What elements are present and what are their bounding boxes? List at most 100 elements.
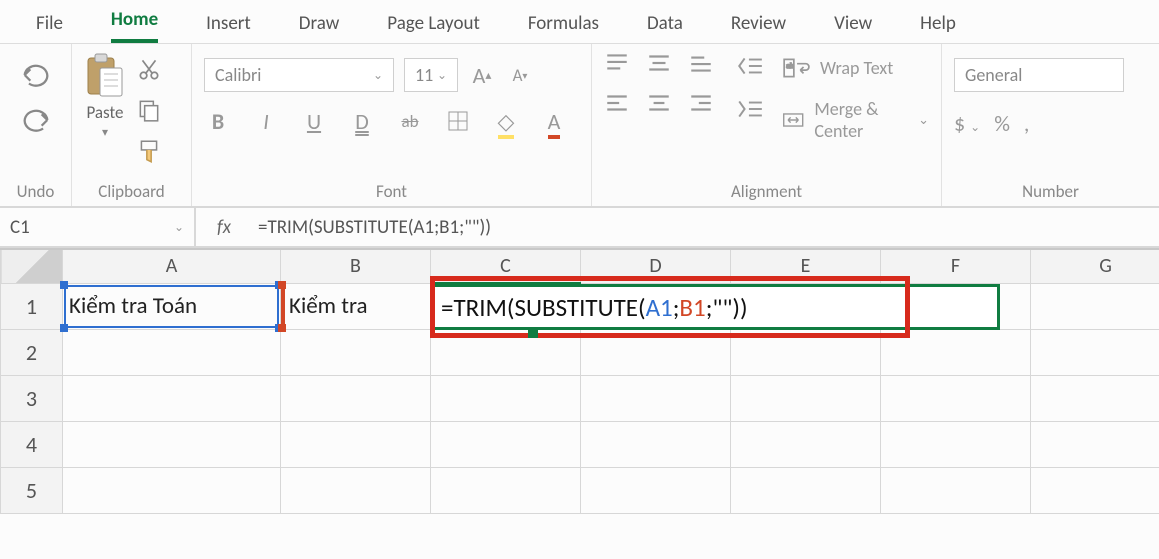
col-header-G[interactable]: G	[1031, 249, 1159, 283]
double-underline-button[interactable]: D	[348, 106, 376, 136]
cell-D3[interactable]	[581, 375, 731, 421]
copy-button[interactable]	[136, 97, 162, 128]
borders-button[interactable]	[444, 106, 472, 136]
row-header-3[interactable]: 3	[1, 375, 63, 421]
tab-data[interactable]: Data	[647, 12, 683, 43]
cell-F3[interactable]	[881, 375, 1031, 421]
tab-view[interactable]: View	[834, 12, 872, 43]
group-label-clipboard: Clipboard	[84, 177, 179, 202]
svg-text:ab: ab	[786, 62, 794, 71]
row-header-2[interactable]: 2	[1, 329, 63, 375]
tab-draw[interactable]: Draw	[299, 12, 339, 43]
formula-ref-B1: B1	[679, 292, 705, 323]
percent-button[interactable]: %	[994, 110, 1010, 137]
cell-C5[interactable]	[431, 467, 581, 513]
cell-D4[interactable]	[581, 421, 731, 467]
cell-E3[interactable]	[731, 375, 881, 421]
cell-A3[interactable]	[63, 375, 281, 421]
cell-E4[interactable]	[731, 421, 881, 467]
redo-button[interactable]	[19, 107, 53, 138]
col-header-F[interactable]: F	[881, 249, 1031, 283]
row-header-5[interactable]: 5	[1, 467, 63, 513]
fill-handle[interactable]	[528, 328, 538, 338]
cell-B3[interactable]	[281, 375, 431, 421]
increase-font-button[interactable]: A▴	[468, 60, 496, 90]
select-all-corner[interactable]	[1, 249, 63, 283]
tab-home[interactable]: Home	[111, 8, 158, 43]
cell-D5[interactable]	[581, 467, 731, 513]
cell-E5[interactable]	[731, 467, 881, 513]
align-middle-button[interactable]	[646, 52, 676, 82]
col-header-D[interactable]: D	[581, 249, 731, 283]
col-header-C[interactable]: C	[431, 249, 581, 283]
number-format-select[interactable]: General	[954, 58, 1124, 92]
row-header-1[interactable]: 1	[1, 283, 63, 329]
decrease-indent-button[interactable]	[736, 54, 764, 83]
strikethrough-button[interactable]: ab	[396, 106, 424, 136]
cell-B1[interactable]: Kiểm tra	[281, 283, 431, 329]
paste-button[interactable]: Paste ▾	[84, 52, 126, 140]
cell-A1[interactable]: Kiểm tra Toán	[63, 283, 281, 329]
col-header-A[interactable]: A	[63, 249, 281, 283]
cell-C4[interactable]	[431, 421, 581, 467]
cell-G2[interactable]	[1031, 329, 1159, 375]
col-header-E[interactable]: E	[731, 249, 881, 283]
undo-button[interactable]	[19, 62, 53, 93]
comma-button[interactable]: ,	[1024, 110, 1030, 137]
cell-D2[interactable]	[581, 329, 731, 375]
align-right-button[interactable]	[688, 92, 718, 122]
tab-insert[interactable]: Insert	[206, 12, 251, 43]
align-top-button[interactable]	[604, 52, 634, 82]
cell-G1[interactable]	[1031, 283, 1159, 329]
tab-help[interactable]: Help	[920, 12, 956, 43]
italic-button[interactable]: I	[252, 106, 280, 136]
align-center-button[interactable]	[646, 92, 676, 122]
currency-button[interactable]: $ ⌄	[954, 110, 980, 137]
fx-button[interactable]: fx	[196, 216, 252, 239]
cell-A4[interactable]	[63, 421, 281, 467]
cell-F5[interactable]	[881, 467, 1031, 513]
cell-G5[interactable]	[1031, 467, 1159, 513]
cell-G4[interactable]	[1031, 421, 1159, 467]
font-size-select[interactable]: 11 ⌄	[404, 58, 458, 92]
cell-C3[interactable]	[431, 375, 581, 421]
merge-center-label: Merge & Center	[814, 98, 908, 142]
merge-center-button[interactable]: Merge & Center ⌄	[782, 98, 929, 142]
cell-A5[interactable]	[63, 467, 281, 513]
cell-editor-overlay[interactable]: =TRIM(SUBSTITUTE(A1;B1;""))	[430, 284, 1000, 330]
cut-button[interactable]	[136, 56, 162, 87]
tab-review[interactable]: Review	[731, 12, 786, 43]
spreadsheet-grid[interactable]: A B C D E F G 1 Kiểm tra Toán Kiểm tra	[0, 248, 1159, 514]
cell-F2[interactable]	[881, 329, 1031, 375]
wrap-text-button[interactable]: ab Wrap Text	[782, 56, 929, 80]
underline-button[interactable]: U	[300, 106, 328, 136]
cell-E2[interactable]	[731, 329, 881, 375]
align-left-button[interactable]	[604, 92, 634, 122]
font-color-button[interactable]: A	[540, 106, 568, 136]
row-header-4[interactable]: 4	[1, 421, 63, 467]
name-box[interactable]: C1 ⌄	[0, 208, 196, 246]
cell-B4[interactable]	[281, 421, 431, 467]
cell-B2[interactable]	[281, 329, 431, 375]
cell-A1-value: Kiểm tra Toán	[69, 292, 197, 320]
formula-bar: C1 ⌄ fx =TRIM(SUBSTITUTE(A1;B1;""))	[0, 208, 1159, 248]
font-name-select[interactable]: Calibri ⌄	[204, 58, 394, 92]
cell-C2[interactable]	[431, 329, 581, 375]
decrease-font-button[interactable]: A▾	[506, 60, 534, 90]
cell-G3[interactable]	[1031, 375, 1159, 421]
cell-B5[interactable]	[281, 467, 431, 513]
increase-indent-button[interactable]	[736, 97, 764, 126]
formula-input[interactable]: =TRIM(SUBSTITUTE(A1;B1;""))	[252, 216, 1159, 239]
format-painter-button[interactable]	[136, 138, 162, 169]
tab-file[interactable]: File	[36, 12, 63, 43]
align-bottom-button[interactable]	[688, 52, 718, 82]
cell-A2[interactable]	[63, 329, 281, 375]
col-header-B[interactable]: B	[281, 249, 431, 283]
bold-button[interactable]: B	[204, 106, 232, 136]
cell-F4[interactable]	[881, 421, 1031, 467]
tab-page-layout[interactable]: Page Layout	[387, 12, 480, 43]
fill-color-button[interactable]: ◇	[492, 106, 520, 136]
active-cell-ref: C1	[10, 216, 30, 239]
tab-formulas[interactable]: Formulas	[528, 12, 599, 43]
chevron-down-icon[interactable]: ▾	[102, 125, 108, 140]
